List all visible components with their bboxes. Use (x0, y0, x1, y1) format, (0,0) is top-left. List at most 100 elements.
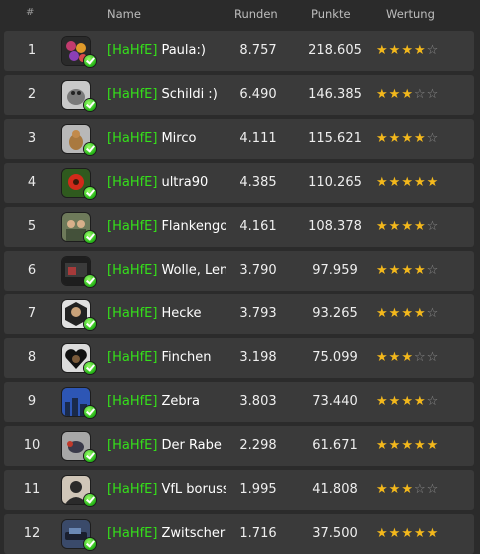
star-filled-icon: ★ (426, 438, 440, 454)
star-filled-icon: ★ (413, 130, 427, 146)
online-check-icon (84, 406, 96, 419)
player-name[interactable]: [HaHfE] VfL boruss (107, 470, 226, 510)
star-filled-icon: ★ (413, 218, 427, 234)
online-check-icon (84, 98, 96, 111)
rating-stars: ★★★★★ (376, 163, 439, 203)
star-filled-icon: ★ (376, 394, 389, 410)
username: Hecke (161, 306, 202, 322)
username: Flankengo (161, 218, 226, 234)
username: Zebra (161, 394, 200, 410)
star-filled-icon: ★ (388, 482, 402, 497)
star-filled-icon: ★ (401, 394, 414, 410)
star-empty-icon: ☆ (413, 86, 427, 102)
table-row[interactable]: 11 [HaHfE] VfL boruss 1.995 41.808 ★★★☆☆ (4, 470, 474, 510)
player-name[interactable]: [HaHfE] Der Rabe (107, 426, 226, 466)
rating-stars: ★★★★☆ (376, 382, 439, 422)
table-row[interactable]: 6 [HaHfE] Wolle, Len 3.790 97.959 ★★★★☆ (4, 250, 474, 291)
player-name[interactable]: [HaHfE] Finchen (107, 338, 226, 378)
table-row[interactable]: 3 [HaHfE] Mirco 4.111 115.621 ★★★★☆ (4, 118, 474, 159)
table-row[interactable]: 12 [HaHfE] Zwitscher 1.716 37.500 ★★★★★ (4, 513, 474, 554)
star-filled-icon: ★ (388, 262, 402, 278)
player-name[interactable]: [HaHfE] Zwitscher (107, 514, 226, 554)
star-filled-icon: ★ (413, 306, 427, 322)
row-runden: 3.198 (239, 350, 277, 366)
star-filled-icon: ★ (388, 218, 402, 234)
star-empty-icon: ☆ (426, 218, 440, 234)
clan-tag: [HaHfE] (107, 86, 158, 102)
table-row[interactable]: 4 [HaHfE] ultra90 4.385 110.265 ★★★★★ (4, 162, 474, 203)
table-row[interactable]: 5 [HaHfE] Flankengo 4.161 108.378 ★★★★☆ (4, 206, 474, 247)
row-runden: 8.757 (239, 43, 277, 58)
player-name[interactable]: [HaHfE] Schildi :) (107, 75, 226, 115)
clan-tag: [HaHfE] (107, 482, 158, 497)
header-wertung[interactable]: Wertung (386, 7, 435, 21)
player-name[interactable]: [HaHfE] Mirco (107, 119, 226, 159)
player-name[interactable]: [HaHfE] Wolle, Len (107, 251, 226, 291)
table-row[interactable]: 9 [HaHfE] Zebra 3.803 73.440 ★★★★☆ (4, 382, 474, 423)
star-empty-icon: ☆ (413, 350, 427, 366)
star-filled-icon: ★ (426, 525, 440, 541)
row-punkte: 61.671 (312, 438, 358, 454)
table-header: # Name Runden Punkte Wertung (0, 0, 480, 28)
player-name[interactable]: [HaHfE] Zebra (107, 382, 226, 422)
star-filled-icon: ★ (401, 174, 414, 190)
player-name[interactable]: [HaHfE] Paula:) (107, 31, 226, 71)
row-rank: 1 (27, 43, 37, 58)
row-rank: 5 (27, 218, 37, 234)
online-check-icon (84, 142, 96, 155)
table-row[interactable]: 2 [HaHfE] Schildi :) 6.490 146.385 ★★★☆☆ (4, 74, 474, 115)
row-runden: 3.793 (239, 306, 277, 322)
table-row[interactable]: 10 [HaHfE] Der Rabe 2.298 61.671 ★★★★★ (4, 426, 474, 467)
online-check-icon (84, 274, 96, 287)
row-rank: 6 (27, 262, 37, 278)
star-filled-icon: ★ (388, 174, 402, 190)
row-runden: 1.716 (239, 525, 277, 541)
clan-tag: [HaHfE] (107, 262, 158, 278)
star-filled-icon: ★ (413, 438, 427, 454)
row-punkte: 108.378 (308, 218, 362, 234)
username: ultra90 (161, 174, 209, 190)
rating-stars: ★★★★☆ (376, 31, 439, 71)
star-filled-icon: ★ (376, 525, 389, 541)
table-row[interactable]: 8 [HaHfE] Finchen 3.198 75.099 ★★★☆☆ (4, 338, 474, 379)
row-rank: 10 (23, 438, 41, 454)
row-rank: 7 (27, 306, 37, 322)
star-empty-icon: ☆ (426, 86, 440, 102)
star-filled-icon: ★ (426, 174, 440, 190)
star-filled-icon: ★ (376, 306, 389, 322)
table-row[interactable]: 7 [HaHfE] Hecke 3.793 93.265 ★★★★☆ (4, 294, 474, 335)
row-runden: 4.111 (239, 130, 277, 146)
rating-stars: ★★★☆☆ (376, 75, 439, 115)
header-punkte[interactable]: Punkte (311, 7, 351, 21)
star-empty-icon: ☆ (426, 43, 440, 58)
star-empty-icon: ☆ (426, 306, 440, 322)
player-name[interactable]: [HaHfE] Flankengo (107, 207, 226, 247)
username: Finchen (161, 350, 212, 366)
star-filled-icon: ★ (388, 525, 402, 541)
star-filled-icon: ★ (401, 262, 414, 278)
player-name[interactable]: [HaHfE] ultra90 (107, 163, 226, 203)
username: Wolle, Len (161, 262, 226, 278)
star-empty-icon: ☆ (426, 262, 440, 278)
star-filled-icon: ★ (376, 482, 389, 497)
star-empty-icon: ☆ (426, 482, 440, 497)
username: Der Rabe (161, 438, 222, 454)
star-empty-icon: ☆ (426, 350, 440, 366)
star-filled-icon: ★ (388, 350, 402, 366)
rating-stars: ★★★☆☆ (376, 470, 439, 510)
online-check-icon (84, 537, 96, 550)
row-rank: 9 (27, 394, 37, 410)
table-row[interactable]: 1 [HaHfE] Paula:) 8.757 218.605 ★★★★☆ (4, 31, 474, 71)
rating-stars: ★★★★★ (376, 514, 439, 554)
row-punkte: 218.605 (308, 43, 362, 58)
star-filled-icon: ★ (376, 130, 389, 146)
player-name[interactable]: [HaHfE] Hecke (107, 294, 226, 334)
row-runden: 4.161 (239, 218, 277, 234)
header-name[interactable]: Name (107, 7, 141, 21)
online-check-icon (84, 494, 96, 506)
star-filled-icon: ★ (413, 525, 427, 541)
online-check-icon (84, 186, 96, 199)
header-runden[interactable]: Runden (234, 7, 278, 21)
star-filled-icon: ★ (376, 218, 389, 234)
rating-stars: ★★★★☆ (376, 119, 439, 159)
